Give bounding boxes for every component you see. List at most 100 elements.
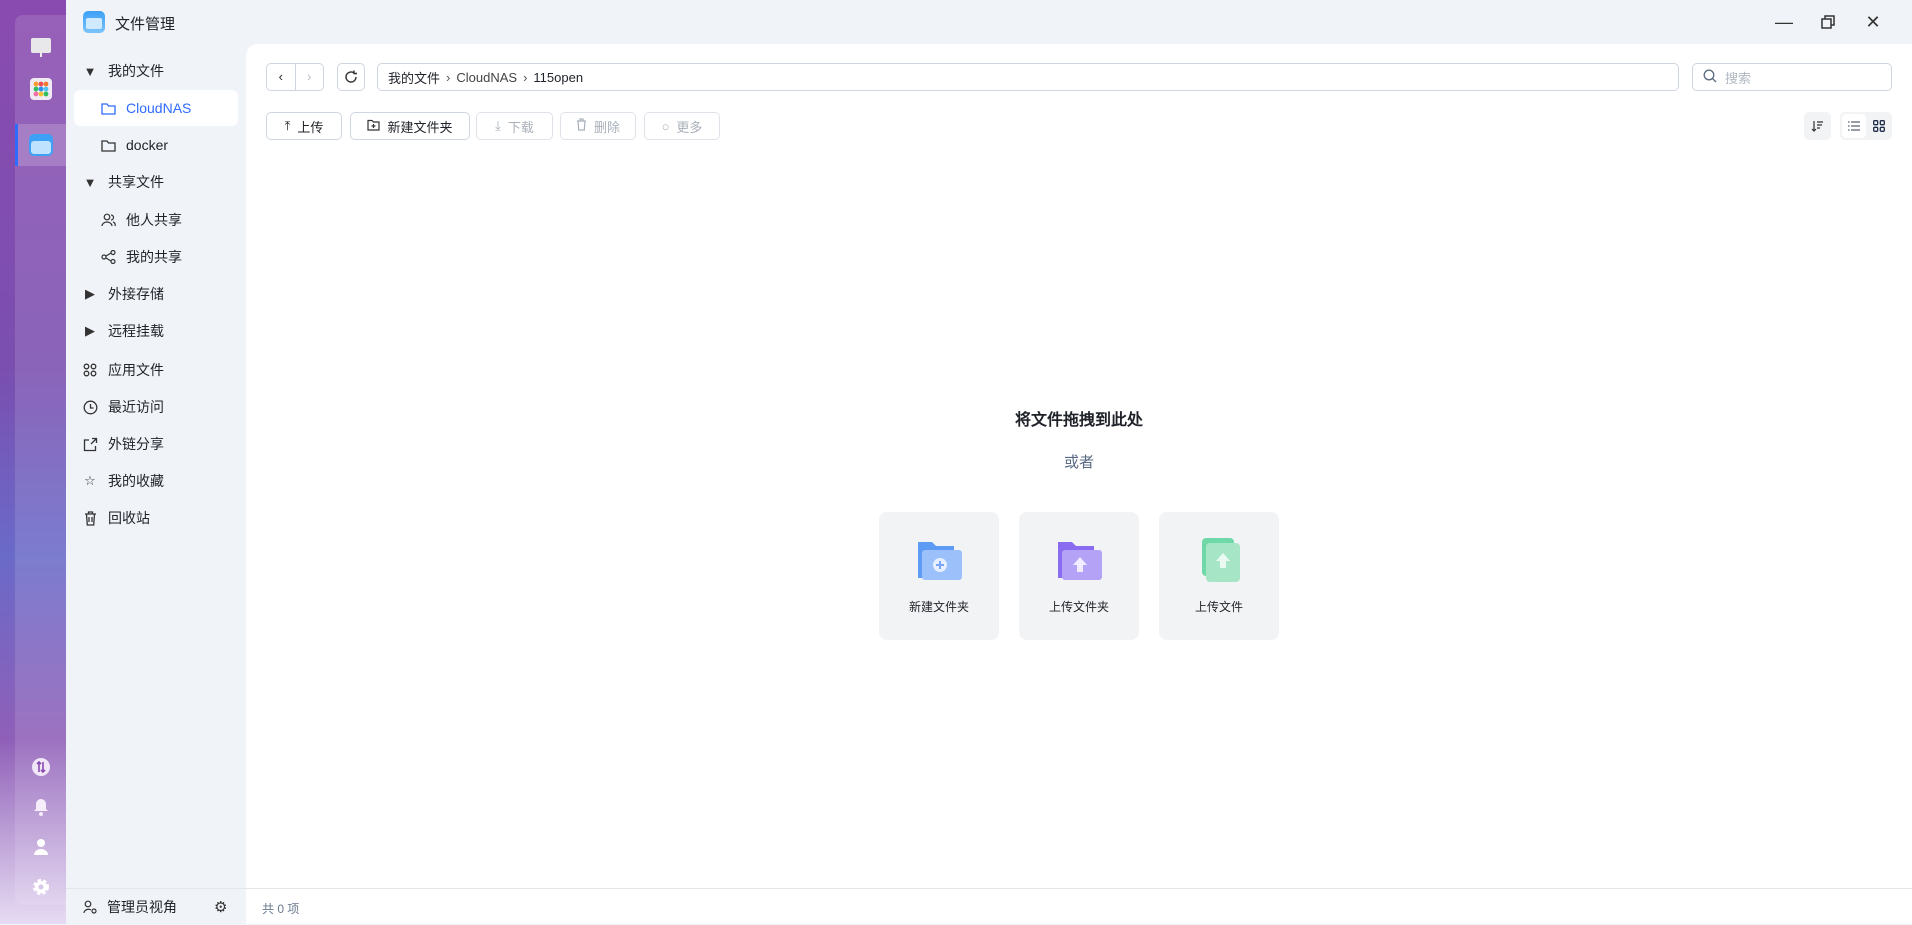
refresh-button[interactable] xyxy=(337,63,365,91)
folder-upload-icon xyxy=(1056,538,1102,582)
sidebar-item-app-files[interactable]: 应用文件 xyxy=(74,352,238,388)
search-input[interactable]: 搜索 xyxy=(1692,63,1892,91)
sidebar-item-label: 回收站 xyxy=(108,510,150,526)
sidebar-item-external-storage[interactable]: ▶ 外接存储 xyxy=(74,276,238,312)
sidebar-item-trash[interactable]: 回收站 xyxy=(74,500,238,536)
sidebar-item-cloudnas[interactable]: CloudNAS xyxy=(74,90,238,126)
breadcrumb-my-files[interactable]: 我的文件 xyxy=(388,68,440,87)
share-icon xyxy=(100,250,116,264)
folder-icon xyxy=(100,139,116,152)
sort-button[interactable] xyxy=(1804,112,1831,140)
caret-down-icon: ▼ xyxy=(83,174,97,190)
sidebar-item-label: 应用文件 xyxy=(108,362,164,378)
transfer-icon[interactable] xyxy=(26,752,56,782)
search-placeholder: 搜索 xyxy=(1725,70,1752,86)
breadcrumb-cloudnas[interactable]: CloudNAS xyxy=(456,70,517,85)
file-manager-icon[interactable] xyxy=(26,130,56,160)
sidebar-item-shared-files[interactable]: ▼ 共享文件 xyxy=(74,164,238,200)
more-icon: ○ xyxy=(661,118,670,134)
upload-folder-card[interactable]: 上传文件夹 xyxy=(1019,512,1139,640)
sidebar-item-label: docker xyxy=(126,137,169,153)
more-label: 更多 xyxy=(676,119,703,135)
folder-icon xyxy=(100,102,116,115)
sidebar-item-label: 外链分享 xyxy=(108,436,164,452)
close-button[interactable]: ✕ xyxy=(1858,8,1888,36)
sidebar-item-label: 我的文件 xyxy=(108,63,164,79)
history-nav: ‹ › xyxy=(266,63,324,91)
sidebar-item-label: 最近访问 xyxy=(108,399,164,415)
external-share-icon xyxy=(82,437,98,452)
new-folder-icon xyxy=(367,119,381,134)
upload-button[interactable]: ⤒ 上传 xyxy=(266,112,342,140)
admin-user-icon xyxy=(83,900,97,914)
sidebar-item-recent[interactable]: 最近访问 xyxy=(74,389,238,425)
caret-right-icon: ▶ xyxy=(85,286,95,301)
sidebar-item-label: 我的共享 xyxy=(126,249,182,265)
upload-folder-card-label: 上传文件夹 xyxy=(1048,600,1109,614)
file-manager-app-icon xyxy=(83,11,105,33)
sidebar-item-label: 他人共享 xyxy=(126,212,182,228)
admin-view-button[interactable]: 管理员视角 xyxy=(83,897,177,917)
sidebar-item-my-files[interactable]: ▼ 我的文件 xyxy=(74,53,238,89)
sidebar-item-my-shares[interactable]: 我的共享 xyxy=(74,239,238,275)
admin-view-label: 管理员视角 xyxy=(107,899,177,915)
sidebar: ▼ 我的文件 CloudNAS docker ▼ 共享文件 他人共享 我的共享 ▶ 外… xyxy=(66,44,246,888)
caret-down-icon: ▼ xyxy=(83,63,97,79)
sidebar-item-label: 远程挂载 xyxy=(108,323,164,339)
sidebar-item-label: CloudNAS xyxy=(126,100,192,116)
delete-button[interactable]: 删除 xyxy=(560,112,636,140)
trash-icon xyxy=(82,510,98,526)
new-folder-card-label: 新建文件夹 xyxy=(908,600,969,614)
forward-button[interactable]: › xyxy=(296,64,324,90)
settings-icon[interactable] xyxy=(26,872,56,902)
new-folder-label: 新建文件夹 xyxy=(387,119,453,135)
clock-icon xyxy=(82,400,98,415)
users-icon xyxy=(100,213,116,227)
upload-icon: ⤒ xyxy=(284,118,291,133)
or-text: 或者 xyxy=(1063,454,1094,471)
bell-icon[interactable] xyxy=(26,792,56,822)
breadcrumb[interactable]: 我的文件 › CloudNAS › 115open xyxy=(377,63,1679,91)
sidebar-item-favorites[interactable]: ☆ 我的收藏 xyxy=(74,463,238,499)
desktop-icon[interactable] xyxy=(26,33,56,63)
breadcrumb-current[interactable]: 115open xyxy=(533,70,583,85)
item-count: 共 0 项 xyxy=(262,902,300,916)
grid-view-button[interactable] xyxy=(1867,114,1891,138)
view-toggle xyxy=(1840,112,1892,140)
apps-icon xyxy=(82,363,98,377)
sidebar-item-shared-with-me[interactable]: 他人共享 xyxy=(74,202,238,238)
window-title: 文件管理 xyxy=(115,16,176,33)
minimize-button[interactable]: — xyxy=(1769,8,1799,36)
restore-button[interactable] xyxy=(1813,8,1843,36)
sort-icon xyxy=(1811,120,1823,132)
user-icon[interactable] xyxy=(26,832,56,862)
folder-plus-icon xyxy=(916,538,962,582)
app-center-icon[interactable] xyxy=(26,74,56,104)
trash-icon xyxy=(576,118,587,134)
upload-file-card-label: 上传文件 xyxy=(1194,600,1243,614)
sidebar-item-remote-mount[interactable]: ▶ 远程挂载 xyxy=(74,313,238,349)
file-content-area[interactable]: ‹ › 我的文件 › CloudNAS › 115open 搜索 ⤒ 上传 新建文件夹… xyxy=(246,44,1912,888)
star-icon: ☆ xyxy=(84,473,96,488)
title-bar: 文件管理 — ✕ xyxy=(66,0,1912,44)
download-button[interactable]: ⤓ 下载 xyxy=(476,112,553,140)
download-icon: ⤓ xyxy=(495,118,501,133)
upload-file-card[interactable]: 上传文件 xyxy=(1159,512,1279,640)
more-button[interactable]: ○ 更多 xyxy=(644,112,720,140)
sidebar-item-label: 共享文件 xyxy=(108,174,164,190)
delete-label: 删除 xyxy=(593,119,620,135)
status-bar: 管理员视角 ⚙ 共 0 项 xyxy=(66,888,1912,925)
sidebar-item-link-share[interactable]: 外链分享 xyxy=(74,426,238,462)
file-upload-icon xyxy=(1196,538,1242,582)
new-folder-card[interactable]: 新建文件夹 xyxy=(879,512,999,640)
drop-hint: 将文件拖拽到此处 xyxy=(1014,412,1143,429)
upload-label: 上传 xyxy=(297,119,324,135)
settings-gear-icon[interactable]: ⚙ xyxy=(214,898,227,916)
new-folder-button[interactable]: 新建文件夹 xyxy=(350,112,470,140)
sidebar-footer: 管理员视角 ⚙ xyxy=(66,889,246,925)
caret-right-icon: ▶ xyxy=(85,323,95,338)
back-button[interactable]: ‹ xyxy=(267,64,296,90)
list-view-button[interactable] xyxy=(1842,114,1866,138)
sidebar-item-docker[interactable]: docker xyxy=(74,127,238,163)
download-label: 下载 xyxy=(507,119,534,135)
